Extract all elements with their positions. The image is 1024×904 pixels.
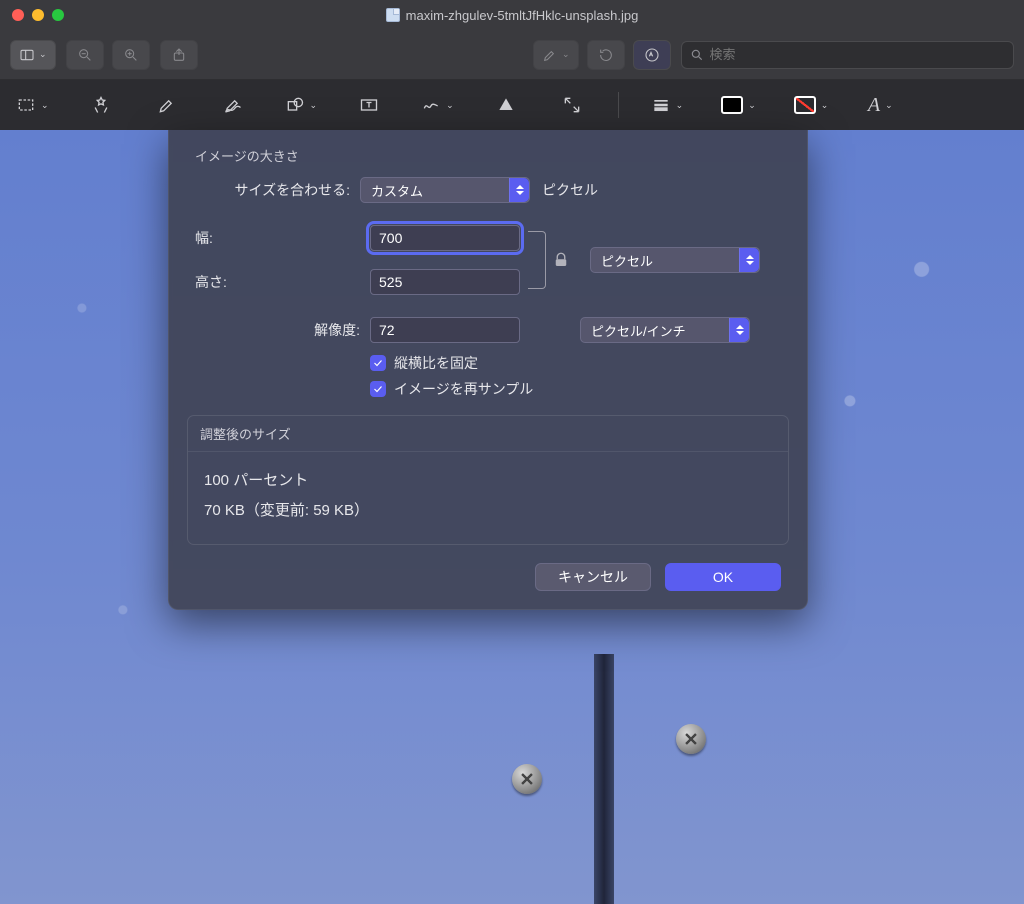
markup-toggle-button[interactable]: [633, 40, 671, 70]
file-icon: [386, 8, 400, 22]
aspect-lock-icon[interactable]: [546, 251, 576, 269]
resulting-size-box: 調整後のサイズ 100 パーセント 70 KB（変更前: 59 KB）: [187, 415, 789, 545]
resolution-label: 解像度:: [195, 320, 370, 340]
resolution-unit-select[interactable]: ピクセル/インチ: [580, 317, 750, 343]
dimension-unit-value: ピクセル: [601, 251, 653, 270]
draw-tool-button[interactable]: [147, 90, 187, 120]
stepper-arrows-icon: [509, 178, 529, 202]
fit-into-label: サイズを合わせる:: [195, 180, 360, 200]
image-content: [594, 654, 614, 904]
line-style-button[interactable]: ⌄: [645, 90, 690, 120]
stepper-arrows-icon: [729, 318, 749, 342]
text-style-button[interactable]: A⌄: [860, 90, 900, 120]
height-input[interactable]: [370, 269, 520, 295]
sign-button[interactable]: ⌄: [415, 90, 460, 120]
image-content: [512, 764, 542, 794]
fit-unit-label: ピクセル: [542, 180, 598, 200]
fill-color-swatch: [794, 96, 816, 114]
toolbar-separator: [618, 92, 619, 118]
resolution-input[interactable]: [370, 317, 520, 343]
image-content: [676, 724, 706, 754]
checkbox-checked-icon: [370, 355, 386, 371]
cancel-button[interactable]: キャンセル: [535, 563, 651, 591]
resample-checkbox[interactable]: イメージを再サンプル: [370, 379, 781, 399]
search-input[interactable]: [710, 47, 1005, 62]
checkbox-checked-icon: [370, 381, 386, 397]
zoom-out-button[interactable]: [66, 40, 104, 70]
adjust-size-button[interactable]: [552, 90, 592, 120]
fit-into-select[interactable]: カスタム: [360, 177, 530, 203]
adjust-color-button[interactable]: [486, 90, 526, 120]
rotate-button[interactable]: [587, 40, 625, 70]
section-title-resulting-size: 調整後のサイズ: [188, 416, 788, 452]
fit-into-value: カスタム: [371, 181, 423, 200]
text-tool-button[interactable]: [349, 90, 389, 120]
resize-dialog: イメージの大きさ サイズを合わせる: カスタム ピクセル 幅:: [168, 130, 808, 610]
dimension-unit-select[interactable]: ピクセル: [590, 247, 760, 273]
stepper-arrows-icon: [739, 248, 759, 272]
sketch-tool-button[interactable]: [213, 90, 253, 120]
width-input[interactable]: [370, 225, 520, 251]
section-title-image-size: イメージの大きさ: [195, 146, 781, 165]
aspect-ratio-label: 縦横比を固定: [394, 353, 478, 373]
window-titlebar: maxim-zhgulev-5tmltJfHklc-unsplash.jpg: [0, 0, 1024, 30]
fill-color-button[interactable]: ⌄: [788, 90, 835, 120]
ok-button[interactable]: OK: [665, 563, 781, 591]
selection-tool-button[interactable]: ⌄: [10, 90, 55, 120]
border-color-swatch: [721, 96, 743, 114]
width-label: 幅:: [195, 228, 370, 248]
instant-alpha-button[interactable]: [81, 90, 121, 120]
resulting-percent: 100 パーセント: [204, 466, 772, 496]
share-button[interactable]: [160, 40, 198, 70]
resample-label: イメージを再サンプル: [394, 379, 533, 399]
border-color-button[interactable]: ⌄: [715, 90, 762, 120]
sidebar-toggle-button[interactable]: ⌄: [10, 40, 56, 70]
search-field[interactable]: [681, 41, 1014, 69]
height-label: 高さ:: [195, 272, 370, 292]
highlight-button[interactable]: ⌄: [533, 40, 579, 70]
aspect-ratio-checkbox[interactable]: 縦横比を固定: [370, 353, 781, 373]
main-toolbar: ⌄ ⌄: [0, 30, 1024, 80]
image-canvas[interactable]: イメージの大きさ サイズを合わせる: カスタム ピクセル 幅:: [0, 130, 1024, 904]
window-title: maxim-zhgulev-5tmltJfHklc-unsplash.jpg: [406, 8, 639, 23]
resolution-unit-value: ピクセル/インチ: [591, 321, 686, 340]
resulting-file-size: 70 KB（変更前: 59 KB）: [204, 496, 772, 526]
shapes-button[interactable]: ⌄: [279, 90, 324, 120]
aspect-bracket-icon: [528, 231, 546, 289]
zoom-in-button[interactable]: [112, 40, 150, 70]
markup-toolbar: ⌄ ⌄ ⌄ ⌄ ⌄ ⌄ A⌄: [0, 80, 1024, 130]
